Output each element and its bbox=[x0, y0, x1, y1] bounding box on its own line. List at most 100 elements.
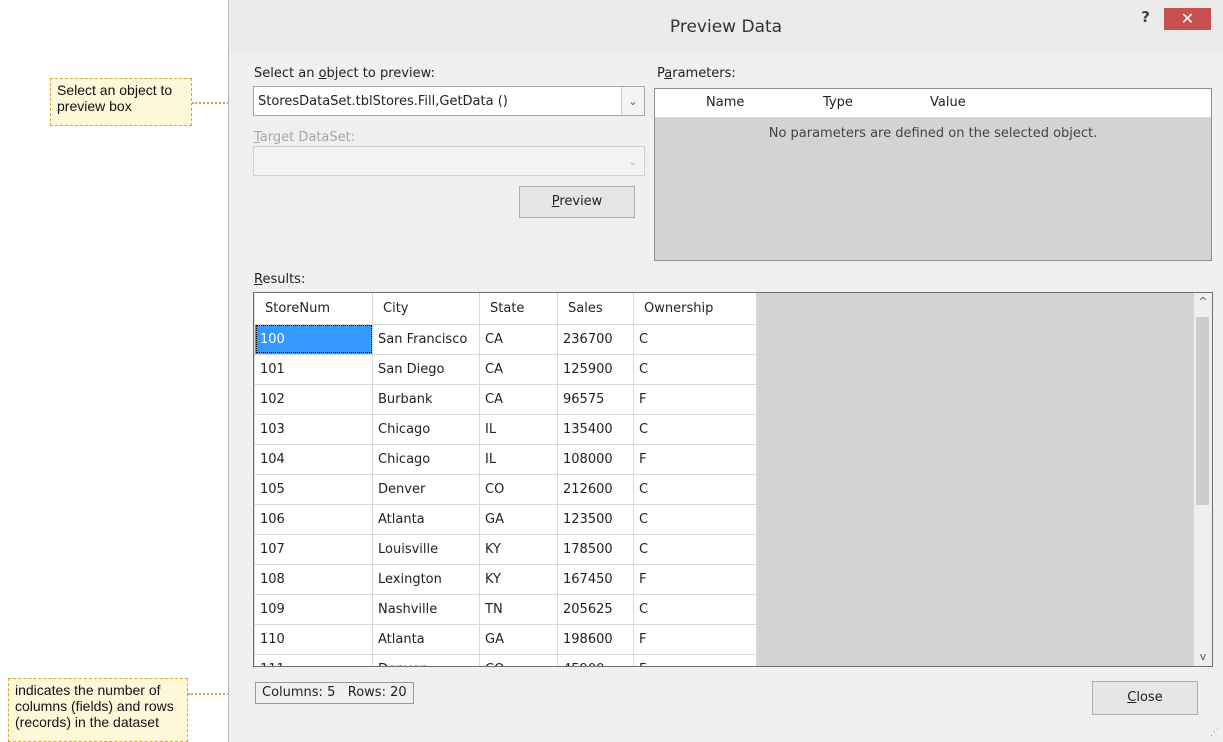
cell-city[interactable]: Chicago bbox=[372, 413, 480, 445]
cell-sales[interactable]: 108000 bbox=[557, 443, 634, 475]
cell-state[interactable]: KY bbox=[479, 563, 558, 595]
preview-button[interactable]: Preview bbox=[519, 186, 635, 218]
table-row[interactable]: 105 Denver CO 212600 C bbox=[254, 473, 757, 505]
table-row[interactable]: 104 Chicago IL 108000 F bbox=[254, 443, 757, 475]
cell-storenum[interactable]: 100 bbox=[254, 323, 373, 355]
cell-ownership[interactable]: F bbox=[633, 443, 757, 475]
cell-storenum[interactable]: 108 bbox=[254, 563, 373, 595]
table-row[interactable]: 100 San Francisco CA 236700 C bbox=[254, 323, 757, 355]
target-dataset-combobox[interactable]: ⌄ bbox=[253, 146, 645, 176]
cell-city[interactable]: Nashville bbox=[372, 593, 480, 625]
cell-city[interactable]: Louisville bbox=[372, 533, 480, 565]
cell-storenum[interactable]: 111 bbox=[254, 653, 373, 666]
title-bar: Preview Data ? ✕ bbox=[229, 0, 1223, 52]
cell-sales[interactable]: 167450 bbox=[557, 563, 634, 595]
cell-state[interactable]: CO bbox=[479, 473, 558, 505]
cell-city[interactable]: San Francisco bbox=[372, 323, 480, 355]
column-header-city[interactable]: City bbox=[372, 293, 480, 325]
table-row[interactable]: 106 Atlanta GA 123500 C bbox=[254, 503, 757, 535]
cell-sales[interactable]: 178500 bbox=[557, 533, 634, 565]
cell-ownership[interactable]: C bbox=[633, 413, 757, 445]
cell-sales[interactable]: 205625 bbox=[557, 593, 634, 625]
results-grid[interactable]: StoreNum City State Sales Ownership 100 S… bbox=[253, 292, 1213, 667]
cell-storenum[interactable]: 109 bbox=[254, 593, 373, 625]
close-button-accel: C bbox=[1127, 690, 1137, 705]
scroll-down-icon[interactable]: v bbox=[1194, 648, 1212, 666]
cell-storenum[interactable]: 102 bbox=[254, 383, 373, 415]
cell-state[interactable]: GA bbox=[479, 623, 558, 655]
cell-ownership[interactable]: F bbox=[633, 383, 757, 415]
cell-city[interactable]: Atlanta bbox=[372, 503, 480, 535]
parameters-grid: Name Type Value No parameters are define… bbox=[654, 88, 1212, 261]
cell-ownership[interactable]: C bbox=[633, 353, 757, 385]
cell-state[interactable]: CO bbox=[479, 653, 558, 666]
cell-state[interactable]: CA bbox=[479, 323, 558, 355]
resize-grip-icon[interactable]: ⋰ bbox=[1210, 728, 1219, 738]
chevron-down-icon[interactable]: ⌄ bbox=[622, 147, 644, 175]
help-button[interactable]: ? bbox=[1141, 8, 1150, 26]
select-object-value: StoresDataSet.tblStores.Fill,GetData () bbox=[258, 94, 508, 109]
cell-ownership[interactable]: C bbox=[633, 503, 757, 535]
cell-sales[interactable]: 236700 bbox=[557, 323, 634, 355]
results-header-row: StoreNum City State Sales Ownership bbox=[254, 293, 757, 325]
cell-state[interactable]: KY bbox=[479, 533, 558, 565]
cell-ownership[interactable]: F bbox=[633, 563, 757, 595]
cell-city[interactable]: Lexington bbox=[372, 563, 480, 595]
cell-city[interactable]: Atlanta bbox=[372, 623, 480, 655]
table-row[interactable]: 110 Atlanta GA 198600 F bbox=[254, 623, 757, 655]
cell-sales[interactable]: 123500 bbox=[557, 503, 634, 535]
cell-storenum[interactable]: 104 bbox=[254, 443, 373, 475]
columns-value: 5 bbox=[327, 685, 336, 700]
cell-storenum[interactable]: 107 bbox=[254, 533, 373, 565]
cell-ownership[interactable]: F bbox=[633, 623, 757, 655]
results-vertical-scrollbar[interactable]: ^ v bbox=[1193, 293, 1212, 666]
cell-storenum[interactable]: 101 bbox=[254, 353, 373, 385]
cell-ownership[interactable]: F bbox=[633, 653, 757, 666]
select-object-combobox[interactable]: StoresDataSet.tblStores.Fill,GetData () … bbox=[253, 86, 645, 116]
cell-ownership[interactable]: C bbox=[633, 323, 757, 355]
cell-storenum[interactable]: 110 bbox=[254, 623, 373, 655]
table-row[interactable]: 103 Chicago IL 135400 C bbox=[254, 413, 757, 445]
cell-city[interactable]: Burbank bbox=[372, 383, 480, 415]
cell-sales[interactable]: 96575 bbox=[557, 383, 634, 415]
cell-state[interactable]: GA bbox=[479, 503, 558, 535]
parameters-label: Parameters: bbox=[657, 66, 736, 81]
table-row[interactable]: 102 Burbank CA 96575 F bbox=[254, 383, 757, 415]
close-button[interactable]: Close bbox=[1092, 681, 1198, 715]
cell-sales[interactable]: 135400 bbox=[557, 413, 634, 445]
cell-ownership[interactable]: C bbox=[633, 473, 757, 505]
cell-ownership[interactable]: C bbox=[633, 533, 757, 565]
cell-city[interactable]: Denver bbox=[372, 473, 480, 505]
cell-city[interactable]: Denver bbox=[372, 653, 480, 666]
scroll-thumb[interactable] bbox=[1196, 317, 1209, 505]
cell-city[interactable]: San Diego bbox=[372, 353, 480, 385]
cell-sales[interactable]: 125900 bbox=[557, 353, 634, 385]
cell-state[interactable]: CA bbox=[479, 383, 558, 415]
table-row[interactable]: 107 Louisville KY 178500 C bbox=[254, 533, 757, 565]
cell-storenum[interactable]: 105 bbox=[254, 473, 373, 505]
column-header-ownership[interactable]: Ownership bbox=[633, 293, 757, 325]
cell-city[interactable]: Chicago bbox=[372, 443, 480, 475]
select-object-label: Select an object to preview: bbox=[254, 66, 435, 81]
cell-state[interactable]: TN bbox=[479, 593, 558, 625]
table-row[interactable]: 109 Nashville TN 205625 C bbox=[254, 593, 757, 625]
cell-state[interactable]: IL bbox=[479, 443, 558, 475]
column-header-state[interactable]: State bbox=[479, 293, 558, 325]
cell-state[interactable]: IL bbox=[479, 413, 558, 445]
table-row[interactable]: 108 Lexington KY 167450 F bbox=[254, 563, 757, 595]
window-close-button[interactable]: ✕ bbox=[1164, 8, 1211, 30]
table-row[interactable]: 101 San Diego CA 125900 C bbox=[254, 353, 757, 385]
cell-state[interactable]: CA bbox=[479, 353, 558, 385]
column-header-storenum[interactable]: StoreNum bbox=[254, 293, 373, 325]
chevron-down-icon[interactable]: ⌄ bbox=[621, 87, 644, 115]
cell-ownership[interactable]: C bbox=[633, 593, 757, 625]
scroll-up-icon[interactable]: ^ bbox=[1194, 293, 1212, 311]
cell-storenum[interactable]: 106 bbox=[254, 503, 373, 535]
cell-sales[interactable]: 45900 bbox=[557, 653, 634, 666]
column-header-sales[interactable]: Sales bbox=[557, 293, 634, 325]
cell-sales[interactable]: 212600 bbox=[557, 473, 634, 505]
table-row[interactable]: 111DenverCO45900F bbox=[254, 653, 757, 666]
results-body: 100 San Francisco CA 236700 C 101 San Diego CA 1… bbox=[254, 323, 757, 666]
cell-sales[interactable]: 198600 bbox=[557, 623, 634, 655]
cell-storenum[interactable]: 103 bbox=[254, 413, 373, 445]
